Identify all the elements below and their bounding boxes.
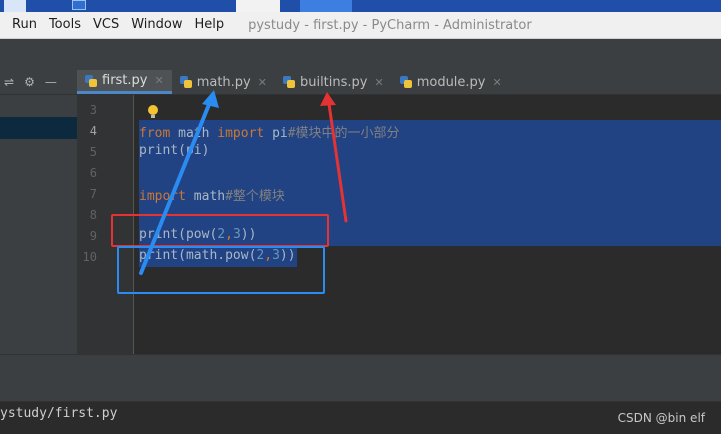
- project-toolbar: ⇌ ⚙ —: [0, 70, 77, 95]
- line-number: 5: [89, 145, 97, 159]
- annotation-red-box: [111, 214, 329, 247]
- editor-tab-bar: first.py ✕ math.py ✕ builtins.py ✕ modul…: [77, 70, 721, 95]
- line-number: 3: [89, 103, 97, 117]
- tab-builtins-py[interactable]: builtins.py ✕: [275, 70, 392, 94]
- desktop-shortcut-icon[interactable]: [300, 0, 352, 12]
- comment: #整个模块: [225, 189, 285, 204]
- close-icon[interactable]: ✕: [374, 76, 383, 89]
- python-file-icon: [399, 76, 412, 88]
- code-line-4: from math import pi#模块中的一小部分: [139, 122, 400, 141]
- run-path: ystudy/first.py: [0, 406, 118, 421]
- tool-window-strip: [0, 354, 721, 402]
- project-tree-selected-row[interactable]: [0, 117, 77, 139]
- tab-module-py[interactable]: module.py ✕: [392, 70, 510, 94]
- line-number: 10: [82, 250, 97, 264]
- line-number: 6: [89, 166, 97, 180]
- run-panel: ystudy/first.py CSDN @bin elf: [0, 401, 721, 434]
- line-number: 8: [89, 208, 97, 222]
- line-number: 9: [89, 229, 97, 243]
- tab-math-py[interactable]: math.py ✕: [172, 70, 275, 94]
- minimize-icon[interactable]: —: [45, 70, 57, 94]
- desktop-strip: [0, 0, 721, 12]
- menu-help[interactable]: Help: [188, 12, 230, 38]
- watermark: CSDN @bin elf: [617, 411, 705, 425]
- project-tool-window: ⇌ ⚙ —: [0, 70, 77, 354]
- desktop-shortcut-icon[interactable]: [236, 0, 280, 12]
- toolbar-band: [0, 39, 721, 70]
- window-title: pystudy - first.py - PyCharm - Administr…: [248, 17, 532, 33]
- python-file-icon: [179, 76, 192, 88]
- close-icon[interactable]: ✕: [258, 76, 267, 89]
- lightbulb-icon[interactable]: [148, 105, 158, 118]
- menu-tools[interactable]: Tools: [43, 12, 87, 38]
- keyword: import: [217, 126, 265, 141]
- identifier: math: [185, 189, 226, 204]
- menu-run[interactable]: Run: [0, 12, 43, 38]
- comment: #模块中的一小部分: [287, 126, 400, 141]
- annotation-blue-box: [117, 246, 325, 294]
- keyword: import: [139, 189, 186, 204]
- tab-label: builtins.py: [299, 74, 368, 90]
- desktop-shortcut-icon[interactable]: [4, 0, 26, 12]
- code-line-7: import math#整个模块: [139, 185, 285, 204]
- menu-window[interactable]: Window: [125, 12, 188, 38]
- tab-label: first.py: [102, 73, 148, 88]
- gear-icon[interactable]: ⚙: [24, 70, 35, 94]
- scroll-from-source-icon[interactable]: ⇌: [4, 70, 14, 94]
- tab-label: module.py: [416, 74, 486, 90]
- close-icon[interactable]: ✕: [154, 74, 163, 87]
- code-line-5: print(pi): [139, 143, 210, 158]
- python-file-icon: [85, 74, 97, 87]
- line-number: 4: [89, 124, 97, 138]
- tab-label: math.py: [196, 74, 251, 90]
- menu-bar: Run Tools VCS Window Help pystudy - firs…: [0, 12, 721, 39]
- close-icon[interactable]: ✕: [493, 76, 502, 89]
- menu-vcs[interactable]: VCS: [87, 12, 125, 38]
- python-file-icon: [282, 76, 295, 88]
- identifier: math: [170, 126, 218, 141]
- keyword: from: [139, 126, 171, 141]
- line-number: 7: [89, 187, 97, 201]
- identifier: pi: [264, 126, 288, 141]
- desktop-shortcut-icon[interactable]: [72, 0, 86, 10]
- tab-first-py[interactable]: first.py ✕: [77, 70, 172, 94]
